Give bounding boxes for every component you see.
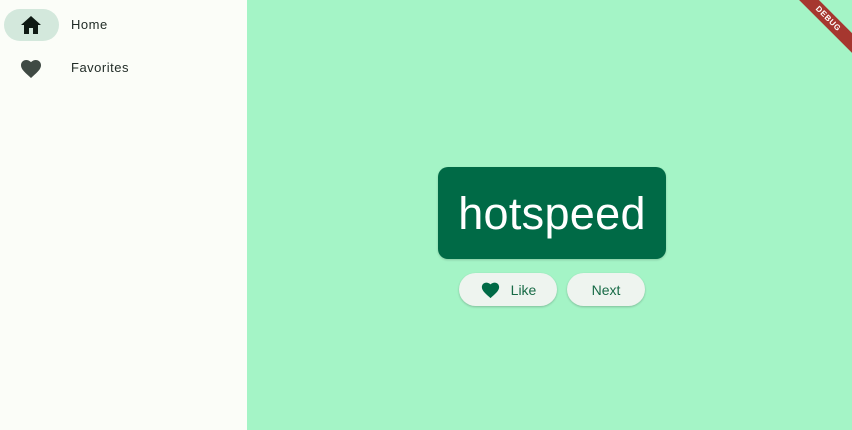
heart-icon [21,60,41,78]
like-button-label: Like [510,281,537,298]
nav-item-favorites[interactable]: Favorites [0,48,247,88]
nav-item-home[interactable]: Home [0,5,247,45]
word-pair-text: hotspeed [458,187,646,239]
heart-icon [481,282,499,299]
word-pair-card: hotspeed [438,167,666,259]
main-content: hotspeed Like Next [247,0,852,430]
like-button[interactable]: Like [459,273,557,306]
navigation-rail: Home Favorites [0,0,247,430]
home-icon [21,16,41,34]
nav-item-home-label: Home [71,17,108,32]
next-button-label: Next [591,281,621,298]
nav-item-favorites-label: Favorites [71,60,129,75]
next-button[interactable]: Next [567,273,645,306]
